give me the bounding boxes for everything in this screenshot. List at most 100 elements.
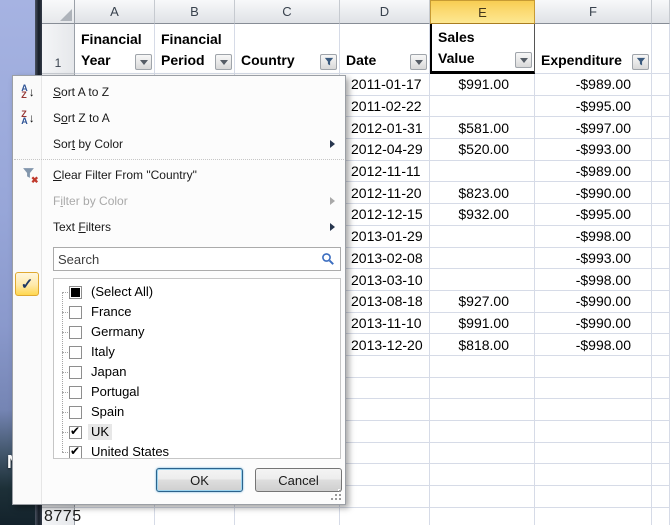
filter-value-france[interactable]: France — [54, 302, 340, 322]
cell-sales[interactable]: $520.00 — [430, 139, 535, 161]
filter-dropdown-button-D[interactable] — [410, 54, 427, 70]
cell-empty[interactable] — [340, 399, 430, 421]
cell-empty[interactable] — [340, 356, 430, 378]
cell-date[interactable]: 2012-01-31 — [340, 117, 430, 139]
cell-g[interactable] — [652, 204, 670, 226]
cell-expenditure[interactable]: -$993.00 — [535, 139, 652, 161]
cell-expenditure[interactable]: -$990.00 — [535, 182, 652, 204]
cell-empty[interactable] — [652, 486, 670, 508]
column-header-A[interactable]: A — [75, 0, 155, 24]
filter-dropdown-button-E[interactable] — [515, 52, 532, 68]
header-cell-A[interactable]: FinancialYear — [75, 24, 155, 74]
checkbox-indeterminate[interactable] — [69, 286, 82, 299]
cell-date[interactable]: 2011-01-17 — [340, 74, 430, 96]
cell-empty[interactable] — [155, 508, 235, 525]
cell-date[interactable]: 2011-02-22 — [340, 96, 430, 118]
ok-button[interactable]: OK — [156, 468, 243, 492]
filter-value-germany[interactable]: Germany — [54, 322, 340, 342]
cell-empty[interactable] — [652, 464, 670, 486]
cell-empty[interactable] — [75, 508, 155, 525]
cell-empty[interactable] — [430, 443, 535, 465]
cell-date[interactable]: 2013-11-10 — [340, 313, 430, 335]
cell-sales[interactable]: $818.00 — [430, 334, 535, 356]
checkbox-unchecked[interactable] — [69, 326, 82, 339]
cell-sales[interactable] — [430, 248, 535, 270]
cell-expenditure[interactable]: -$998.00 — [535, 269, 652, 291]
menu-item-sort-a-to-z[interactable]: AZ↓Sort A to Z — [13, 79, 345, 105]
cell-date[interactable]: 2012-11-20 — [340, 182, 430, 204]
row-header-1[interactable]: 1 — [42, 24, 75, 74]
cancel-button[interactable]: Cancel — [255, 468, 342, 492]
cell-date[interactable]: 2012-12-15 — [340, 204, 430, 226]
cell-sales[interactable]: $823.00 — [430, 182, 535, 204]
cell-expenditure[interactable]: -$993.00 — [535, 248, 652, 270]
resize-grip[interactable] — [329, 490, 342, 501]
cell-sales[interactable]: $932.00 — [430, 204, 535, 226]
cell-date[interactable]: 2012-11-11 — [340, 161, 430, 183]
cell-sales[interactable]: $991.00 — [430, 313, 535, 335]
cell-sales[interactable]: $927.00 — [430, 291, 535, 313]
cell-g[interactable] — [652, 334, 670, 356]
cell-empty[interactable] — [340, 443, 430, 465]
cell-empty[interactable] — [235, 508, 340, 525]
menu-item-sort-by-color[interactable]: Sort by Color — [13, 131, 345, 157]
cell-date[interactable]: 2013-12-20 — [340, 334, 430, 356]
cell-expenditure[interactable]: -$995.00 — [535, 204, 652, 226]
cell-empty[interactable] — [652, 399, 670, 421]
column-header-F[interactable]: F — [535, 0, 652, 24]
cell-g[interactable] — [652, 74, 670, 96]
cell-empty[interactable] — [430, 378, 535, 400]
cell-expenditure[interactable]: -$998.00 — [535, 226, 652, 248]
column-header-C[interactable]: C — [235, 0, 340, 24]
cell-date[interactable]: 2013-01-29 — [340, 226, 430, 248]
cell-expenditure[interactable]: -$997.00 — [535, 117, 652, 139]
filter-value-united-states[interactable]: United States — [54, 442, 340, 459]
filter-value-italy[interactable]: Italy — [54, 342, 340, 362]
cell-empty[interactable] — [535, 508, 652, 525]
search-icon[interactable] — [321, 252, 335, 266]
cell-expenditure[interactable]: -$989.00 — [535, 161, 652, 183]
cell-empty[interactable] — [340, 378, 430, 400]
cell-g[interactable] — [652, 182, 670, 204]
cell-empty[interactable] — [535, 399, 652, 421]
cell-sales[interactable] — [430, 96, 535, 118]
column-header-D[interactable]: D — [340, 0, 430, 24]
search-input[interactable] — [54, 252, 321, 267]
checkbox-checked[interactable] — [69, 446, 82, 459]
filter-dropdown-button-B[interactable] — [215, 54, 232, 70]
cell-expenditure[interactable]: -$990.00 — [535, 291, 652, 313]
cell-empty[interactable] — [430, 356, 535, 378]
cell-empty[interactable] — [535, 443, 652, 465]
cell-g[interactable] — [652, 161, 670, 183]
menu-item-sort-z-to-a[interactable]: ZA↓Sort Z to A — [13, 105, 345, 131]
cell-empty[interactable] — [340, 421, 430, 443]
checkbox-checked[interactable] — [69, 426, 82, 439]
checkbox-unchecked[interactable] — [69, 386, 82, 399]
cell-empty[interactable] — [652, 443, 670, 465]
cell-g[interactable] — [652, 269, 670, 291]
cell-g[interactable] — [652, 117, 670, 139]
filter-value-japan[interactable]: Japan — [54, 362, 340, 382]
cell-expenditure[interactable]: -$995.00 — [535, 96, 652, 118]
filter-funnel-button-C[interactable] — [320, 54, 337, 70]
cell-empty[interactable] — [340, 486, 430, 508]
cell-empty[interactable] — [430, 399, 535, 421]
column-header-partial[interactable] — [652, 0, 670, 24]
cell-date[interactable]: 2012-04-29 — [340, 139, 430, 161]
filter-value-spain[interactable]: Spain — [54, 402, 340, 422]
cell-expenditure[interactable]: -$990.00 — [535, 313, 652, 335]
cell-sales[interactable]: $991.00 — [430, 74, 535, 96]
cell-date[interactable]: 2013-03-10 — [340, 269, 430, 291]
filter-dropdown-button-A[interactable] — [135, 54, 152, 70]
cell-empty[interactable] — [430, 486, 535, 508]
cell-empty[interactable] — [430, 508, 535, 525]
cell-g[interactable] — [652, 96, 670, 118]
cell-g[interactable] — [652, 248, 670, 270]
cell-empty[interactable] — [652, 421, 670, 443]
checkbox-unchecked[interactable] — [69, 346, 82, 359]
header-cell-C[interactable]: Country — [235, 24, 340, 74]
cell-empty[interactable] — [430, 464, 535, 486]
checkbox-unchecked[interactable] — [69, 406, 82, 419]
filter-value-uk[interactable]: UK — [54, 422, 340, 442]
cell-empty[interactable] — [652, 356, 670, 378]
